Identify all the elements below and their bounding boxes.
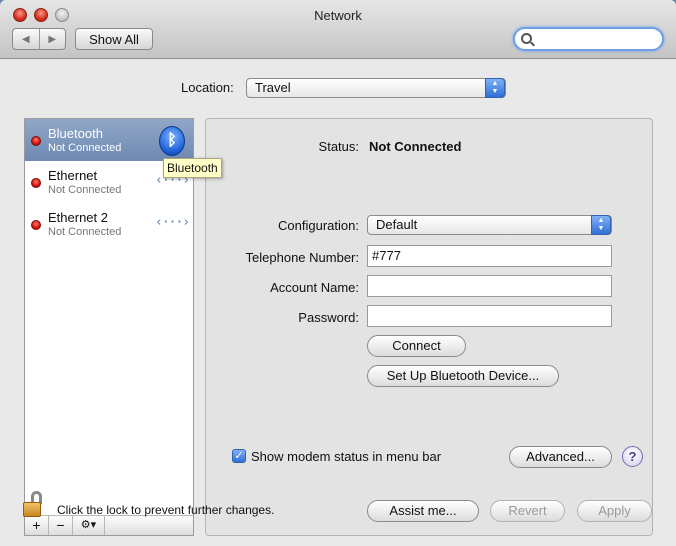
service-detail-panel: Status: Not Connected Configuration: Def… (205, 118, 653, 536)
show-modem-status-checkbox[interactable]: ✓ (232, 449, 246, 463)
revert-button[interactable]: Revert (490, 500, 565, 522)
service-status: Not Connected (48, 226, 122, 238)
ethernet-icon: ‹···› (155, 215, 190, 230)
service-name: Bluetooth (48, 126, 103, 141)
service-item-ethernet-2[interactable]: Ethernet 2 Not Connected ‹···› (25, 203, 193, 245)
back-forward-control: ◀ ▶ (12, 28, 66, 50)
search-icon (521, 33, 532, 44)
configuration-value: Default (376, 217, 418, 232)
service-status: Not Connected (48, 142, 122, 154)
remove-service-button[interactable]: − (49, 516, 73, 535)
lock-icon[interactable] (23, 491, 43, 519)
help-button[interactable]: ? (622, 446, 643, 467)
service-name: Ethernet 2 (48, 210, 108, 225)
telephone-number-field[interactable]: #777 (367, 245, 612, 267)
configuration-popup[interactable]: Default ▲ ▼ (367, 215, 612, 235)
assist-me-button[interactable]: Assist me... (367, 500, 479, 522)
content-area: Location: Travel ▲ ▼ Bluetooth Not Connec… (0, 60, 676, 546)
search-box[interactable] (513, 27, 664, 51)
service-list-toolbar: + − ⚙▾ (25, 515, 193, 535)
advanced-button[interactable]: Advanced... (509, 446, 612, 468)
service-list: Bluetooth Not Connected ᛒ Ethernet Not C… (24, 118, 194, 536)
popup-arrows-icon: ▲ ▼ (591, 215, 611, 235)
network-preferences-window: Network ◀ ▶ Show All Location: Travel ▲ ▼… (0, 0, 676, 546)
service-name: Ethernet (48, 168, 98, 183)
account-name-field[interactable] (367, 275, 612, 297)
popup-arrows-icon: ▲ ▼ (485, 78, 505, 98)
password-label: Password: (298, 310, 359, 325)
bluetooth-icon: ᛒ (159, 126, 185, 156)
search-input[interactable] (535, 31, 655, 47)
location-value: Travel (255, 80, 291, 95)
password-field[interactable] (367, 305, 612, 327)
location-label: Location: (181, 80, 234, 95)
status-label: Status: (318, 139, 359, 154)
window-title: Network (314, 8, 362, 23)
service-status: Not Connected (48, 184, 122, 196)
show-all-button[interactable]: Show All (75, 28, 153, 50)
action-menu-button[interactable]: ⚙▾ (73, 516, 105, 535)
apply-button[interactable]: Apply (577, 500, 652, 522)
configuration-label: Configuration: (278, 218, 359, 233)
telephone-number-label: Telephone Number: (245, 250, 359, 265)
lock-body (23, 502, 41, 517)
lock-message: Click the lock to prevent further change… (57, 503, 275, 517)
show-modem-status-label: Show modem status in menu bar (251, 449, 442, 464)
account-name-label: Account Name: (270, 280, 359, 295)
status-red-dot-icon (31, 220, 41, 230)
setup-bluetooth-device-button[interactable]: Set Up Bluetooth Device... (367, 365, 559, 387)
tooltip: Bluetooth (163, 158, 222, 178)
back-arrow-icon[interactable]: ◀ (13, 29, 40, 49)
status-red-dot-icon (31, 178, 41, 188)
titlebar: Network ◀ ▶ Show All (0, 0, 676, 59)
service-item-bluetooth[interactable]: Bluetooth Not Connected ᛒ (25, 119, 193, 161)
location-popup[interactable]: Travel ▲ ▼ (246, 78, 506, 98)
connect-button[interactable]: Connect (367, 335, 466, 357)
status-value: Not Connected (369, 139, 462, 154)
status-red-dot-icon (31, 136, 41, 146)
forward-arrow-icon[interactable]: ▶ (40, 29, 66, 49)
